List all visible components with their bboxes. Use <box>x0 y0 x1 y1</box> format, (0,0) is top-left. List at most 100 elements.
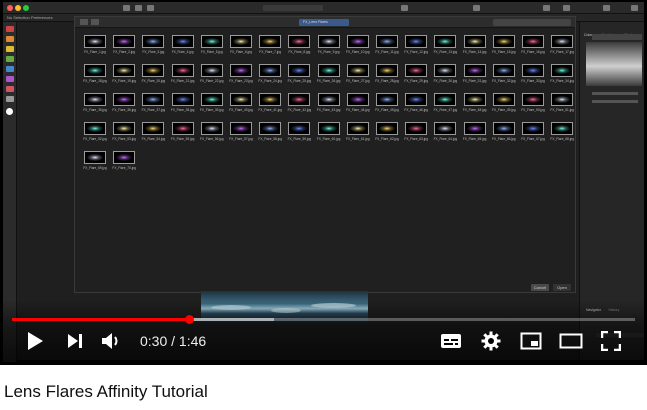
file-item[interactable]: FX_Flare_28.jpg <box>373 64 401 90</box>
cancel-button[interactable]: Cancel <box>531 284 549 291</box>
file-item[interactable]: FX_Flare_46.jpg <box>402 93 430 119</box>
file-item[interactable]: FX_Flare_38.jpg <box>169 93 197 119</box>
video-player[interactable]: No Selection Preferences FX_Lens Flares … <box>0 0 647 365</box>
fullscreen-button[interactable] <box>596 326 626 356</box>
scrubber-handle[interactable] <box>185 315 195 324</box>
file-item[interactable]: FX_Flare_59.jpg <box>285 122 313 148</box>
search-input[interactable] <box>493 19 571 26</box>
file-item[interactable]: FX_Flare_58.jpg <box>256 122 284 148</box>
file-item[interactable]: FX_Flare_19.jpg <box>110 64 138 90</box>
play-button[interactable] <box>20 326 50 356</box>
panel-slider[interactable] <box>592 92 638 95</box>
file-item[interactable]: FX_Flare_36.jpg <box>110 93 138 119</box>
file-item[interactable]: FX_Flare_27.jpg <box>344 64 372 90</box>
file-item[interactable]: FX_Flare_18.jpg <box>81 64 109 90</box>
file-item[interactable]: FX_Flare_42.jpg <box>285 93 313 119</box>
file-item[interactable]: FX_Flare_68.jpg <box>548 122 576 148</box>
file-item[interactable]: FX_Flare_67.jpg <box>519 122 547 148</box>
file-item[interactable]: FX_Flare_10.jpg <box>344 35 372 61</box>
settings-button[interactable] <box>476 326 506 356</box>
subtitles-button[interactable] <box>436 326 466 356</box>
volume-button[interactable] <box>97 326 127 356</box>
file-item[interactable]: FX_Flare_22.jpg <box>198 64 226 90</box>
file-item[interactable]: FX_Flare_54.jpg <box>139 122 167 148</box>
miniplayer-button[interactable] <box>516 326 546 356</box>
file-item[interactable]: FX_Flare_43.jpg <box>315 93 343 119</box>
file-item[interactable]: FX_Flare_1.jpg <box>81 35 109 61</box>
file-item[interactable]: FX_Flare_31.jpg <box>461 64 489 90</box>
file-item[interactable]: FX_Flare_32.jpg <box>490 64 518 90</box>
file-item[interactable]: FX_Flare_14.jpg <box>461 35 489 61</box>
folder-dropdown[interactable]: FX_Lens Flares <box>299 19 349 26</box>
file-item[interactable]: FX_Flare_11.jpg <box>373 35 401 61</box>
next-button[interactable] <box>60 326 90 356</box>
file-thumbnail <box>288 93 311 106</box>
file-item[interactable]: FX_Flare_25.jpg <box>285 64 313 90</box>
file-item[interactable]: FX_Flare_15.jpg <box>490 35 518 61</box>
file-thumbnail <box>463 35 486 48</box>
file-item[interactable]: FX_Flare_16.jpg <box>519 35 547 61</box>
file-item[interactable]: FX_Flare_7.jpg <box>256 35 284 61</box>
progress-bar[interactable] <box>12 315 635 324</box>
file-item[interactable]: FX_Flare_53.jpg <box>110 122 138 148</box>
file-item[interactable]: FX_Flare_5.jpg <box>198 35 226 61</box>
file-item[interactable]: FX_Flare_26.jpg <box>315 64 343 90</box>
open-button[interactable]: Open <box>553 284 571 291</box>
file-name: FX_Flare_61.jpg <box>346 137 370 141</box>
file-thumbnail <box>463 122 486 135</box>
file-item[interactable]: FX_Flare_56.jpg <box>198 122 226 148</box>
file-item[interactable]: FX_Flare_21.jpg <box>169 64 197 90</box>
time-separator: / <box>167 333 179 349</box>
panel-slider[interactable] <box>592 100 638 103</box>
file-thumbnail <box>376 64 398 77</box>
file-item[interactable]: FX_Flare_13.jpg <box>431 35 459 61</box>
file-item[interactable]: FX_Flare_12.jpg <box>402 35 430 61</box>
file-item[interactable]: FX_Flare_41.jpg <box>256 93 284 119</box>
file-item[interactable]: FX_Flare_24.jpg <box>256 64 284 90</box>
file-item[interactable]: FX_Flare_3.jpg <box>139 35 167 61</box>
file-item[interactable]: FX_Flare_39.jpg <box>198 93 226 119</box>
file-name: FX_Flare_17.jpg <box>550 50 574 54</box>
file-item[interactable]: FX_Flare_2.jpg <box>110 35 138 61</box>
file-item[interactable]: FX_Flare_55.jpg <box>169 122 197 148</box>
file-item[interactable]: FX_Flare_23.jpg <box>227 64 255 90</box>
file-item[interactable]: FX_Flare_51.jpg <box>548 93 576 119</box>
file-item[interactable]: FX_Flare_62.jpg <box>373 122 401 148</box>
file-item[interactable]: FX_Flare_40.jpg <box>227 93 255 119</box>
file-item[interactable]: FX_Flare_63.jpg <box>402 122 430 148</box>
file-item[interactable]: FX_Flare_49.jpg <box>490 93 518 119</box>
file-item[interactable]: FX_Flare_4.jpg <box>169 35 197 61</box>
file-item[interactable]: FX_Flare_20.jpg <box>139 64 167 90</box>
file-item[interactable]: FX_Flare_48.jpg <box>461 93 489 119</box>
file-item[interactable]: FX_Flare_60.jpg <box>315 122 343 148</box>
flare-preview <box>203 125 220 132</box>
file-item[interactable]: FX_Flare_50.jpg <box>519 93 547 119</box>
theater-button[interactable] <box>556 326 586 356</box>
file-item[interactable]: FX_Flare_69.jpg <box>81 151 109 177</box>
file-thumbnail <box>317 93 340 106</box>
file-item[interactable]: FX_Flare_8.jpg <box>285 35 313 61</box>
file-name: FX_Flare_53.jpg <box>112 137 136 141</box>
file-item[interactable]: FX_Flare_33.jpg <box>519 64 547 90</box>
file-item[interactable]: FX_Flare_17.jpg <box>548 35 576 61</box>
theater-icon <box>559 333 583 349</box>
file-item[interactable]: FX_Flare_30.jpg <box>431 64 459 90</box>
file-item[interactable]: FX_Flare_6.jpg <box>227 35 255 61</box>
file-item[interactable]: FX_Flare_57.jpg <box>227 122 255 148</box>
file-item[interactable]: FX_Flare_35.jpg <box>81 93 109 119</box>
file-item[interactable]: FX_Flare_9.jpg <box>315 35 343 61</box>
file-item[interactable]: FX_Flare_64.jpg <box>431 122 459 148</box>
file-name: FX_Flare_11.jpg <box>375 50 399 54</box>
file-item[interactable]: FX_Flare_45.jpg <box>373 93 401 119</box>
flare-preview <box>145 96 162 103</box>
file-item[interactable]: FX_Flare_66.jpg <box>490 122 518 148</box>
file-item[interactable]: FX_Flare_70.jpg <box>110 151 138 177</box>
file-item[interactable]: FX_Flare_47.jpg <box>431 93 459 119</box>
file-item[interactable]: FX_Flare_37.jpg <box>139 93 167 119</box>
file-item[interactable]: FX_Flare_29.jpg <box>402 64 430 90</box>
file-item[interactable]: FX_Flare_61.jpg <box>344 122 372 148</box>
file-item[interactable]: FX_Flare_34.jpg <box>548 64 576 90</box>
file-item[interactable]: FX_Flare_52.jpg <box>81 122 109 148</box>
file-item[interactable]: FX_Flare_44.jpg <box>344 93 372 119</box>
file-item[interactable]: FX_Flare_65.jpg <box>461 122 489 148</box>
